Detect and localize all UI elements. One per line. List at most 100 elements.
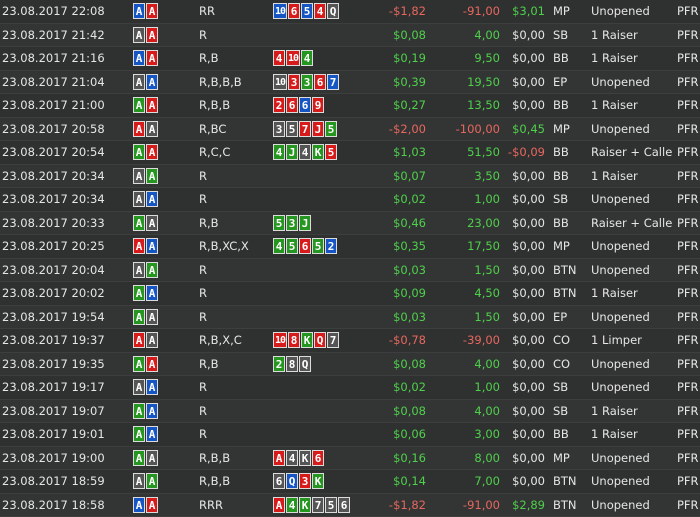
position: MP [553,447,587,470]
playing-card: 3 [301,74,313,90]
preflop-situation: Unopened [591,259,673,282]
pfr-flag: PFR [677,259,700,282]
position: CO [553,353,587,376]
table-row[interactable]: 23.08.2017 22:08AARR10654Q-$1,82-91,00$3… [0,0,700,24]
allin-ev: $0,00 [500,71,545,94]
playing-card: K [299,450,311,466]
board-cards: 2669 [273,97,363,113]
playing-card: 3 [299,473,311,489]
position: BB [553,212,587,235]
playing-card: A [133,50,145,66]
playing-card: 3 [273,121,285,137]
table-row[interactable]: 23.08.2017 19:37AAR,B,X,C108KQ7-$0,78-39… [0,329,700,353]
playing-card: A [146,50,158,66]
playing-card: 2 [325,238,337,254]
hand-date: 23.08.2017 21:00 [2,94,130,117]
net-won: $0,09 [365,282,426,305]
table-row[interactable]: 23.08.2017 21:04AAR,B,B,B103367$0,3919,5… [0,71,700,95]
table-row[interactable]: 23.08.2017 19:54AAR$0,031,50$0,00EPUnope… [0,306,700,330]
preflop-situation: 1 Raiser [591,282,673,305]
table-row[interactable]: 23.08.2017 18:58AARRRA4K756-$1,82-91,00$… [0,494,700,517]
playing-card: 7 [327,74,339,90]
hole-cards: AA [133,238,173,254]
table-row[interactable]: 23.08.2017 19:01AAR$0,063,00$0,00BB1 Rai… [0,423,700,447]
pfr-flag: PFR [677,0,700,23]
table-row[interactable]: 23.08.2017 20:34AAR$0,073,50$0,00BB1 Rai… [0,165,700,189]
playing-card: 9 [312,97,324,113]
allin-ev: $0,00 [500,235,545,258]
board-cards [273,426,363,442]
board-cards: 28Q [273,356,363,372]
table-row[interactable]: 23.08.2017 20:25AAR,B,XC,X45652$0,3517,5… [0,235,700,259]
table-row[interactable]: 23.08.2017 20:58AAR,BC357J5-$2,00-100,00… [0,118,700,142]
hand-date: 23.08.2017 22:08 [2,0,130,23]
hole-cards: AA [133,379,173,395]
preflop-situation: 1 Raiser [591,24,673,47]
board-cards: 108KQ7 [273,332,363,348]
table-row[interactable]: 23.08.2017 20:02AAR$0,094,50$0,00BTN1 Ra… [0,282,700,306]
net-bb: 13,50 [430,94,500,117]
playing-card: A [146,497,158,513]
net-bb: 3,50 [430,165,500,188]
playing-card: J [299,215,311,231]
playing-card: A [133,332,145,348]
table-row[interactable]: 23.08.2017 20:34AAR$0,021,00$0,00SBUnope… [0,188,700,212]
net-won: $0,07 [365,165,426,188]
position: SB [553,400,587,423]
playing-card: A [133,309,145,325]
hand-actions: R,B [199,212,269,235]
table-row[interactable]: 23.08.2017 19:17AAR$0,021,00$0,00SBUnope… [0,376,700,400]
position: BTN [553,282,587,305]
hole-cards: AA [133,332,173,348]
board-cards [273,309,363,325]
net-bb: 19,50 [430,71,500,94]
table-row[interactable]: 23.08.2017 20:54AAR,C,C4J4K5$1,0351,50-$… [0,141,700,165]
playing-card: A [133,238,145,254]
playing-card: A [146,144,158,160]
hand-date: 23.08.2017 19:17 [2,376,130,399]
hand-date: 23.08.2017 20:25 [2,235,130,258]
playing-card: A [146,27,158,43]
board-cards: 6Q3K [273,473,363,489]
playing-card: A [146,238,158,254]
table-row[interactable]: 23.08.2017 19:35AAR,B28Q$0,084,00$0,00CO… [0,353,700,377]
allin-ev: $0,00 [500,24,545,47]
table-row[interactable]: 23.08.2017 19:07AAR$0,084,00$0,00SB1 Rai… [0,400,700,424]
board-cards [273,27,363,43]
table-row[interactable]: 23.08.2017 21:42AAR$0,084,00$0,00SB1 Rai… [0,24,700,48]
playing-card: A [146,121,158,137]
net-bb: -100,00 [430,118,500,141]
table-row[interactable]: 23.08.2017 20:33AAR,B53J$0,4623,00$0,00B… [0,212,700,236]
table-row[interactable]: 23.08.2017 18:59AAR,B,B6Q3K$0,147,00$0,0… [0,470,700,494]
playing-card: 5 [325,144,337,160]
playing-card: 4 [273,50,285,66]
net-won: $0,19 [365,47,426,70]
playing-card: 4 [286,497,298,513]
allin-ev: $0,00 [500,306,545,329]
net-bb: 8,00 [430,447,500,470]
hand-date: 23.08.2017 20:34 [2,165,130,188]
playing-card: 5 [273,215,285,231]
table-row[interactable]: 23.08.2017 21:16AAR,B4104$0,199,50$0,00B… [0,47,700,71]
playing-card: A [146,262,158,278]
hole-cards: AA [133,356,173,372]
net-won: $0,03 [365,259,426,282]
pfr-flag: PFR [677,165,700,188]
pfr-flag: PFR [677,494,700,517]
table-row[interactable]: 23.08.2017 21:00AAR,B,B2669$0,2713,50$0,… [0,94,700,118]
table-row[interactable]: 23.08.2017 19:00AAR,B,BA4K6$0,168,00$0,0… [0,447,700,471]
hole-cards: AA [133,27,173,43]
playing-card: 5 [301,3,313,19]
pfr-flag: PFR [677,118,700,141]
hand-actions: R [199,282,269,305]
hole-cards: AA [133,309,173,325]
pfr-flag: PFR [677,71,700,94]
net-bb: 1,50 [430,306,500,329]
pfr-flag: PFR [677,470,700,493]
table-row[interactable]: 23.08.2017 20:04AAR$0,031,50$0,00BTNUnop… [0,259,700,283]
playing-card: A [146,97,158,113]
hand-date: 23.08.2017 20:04 [2,259,130,282]
position: SB [553,24,587,47]
playing-card: A [133,285,145,301]
allin-ev: $0,00 [500,188,545,211]
